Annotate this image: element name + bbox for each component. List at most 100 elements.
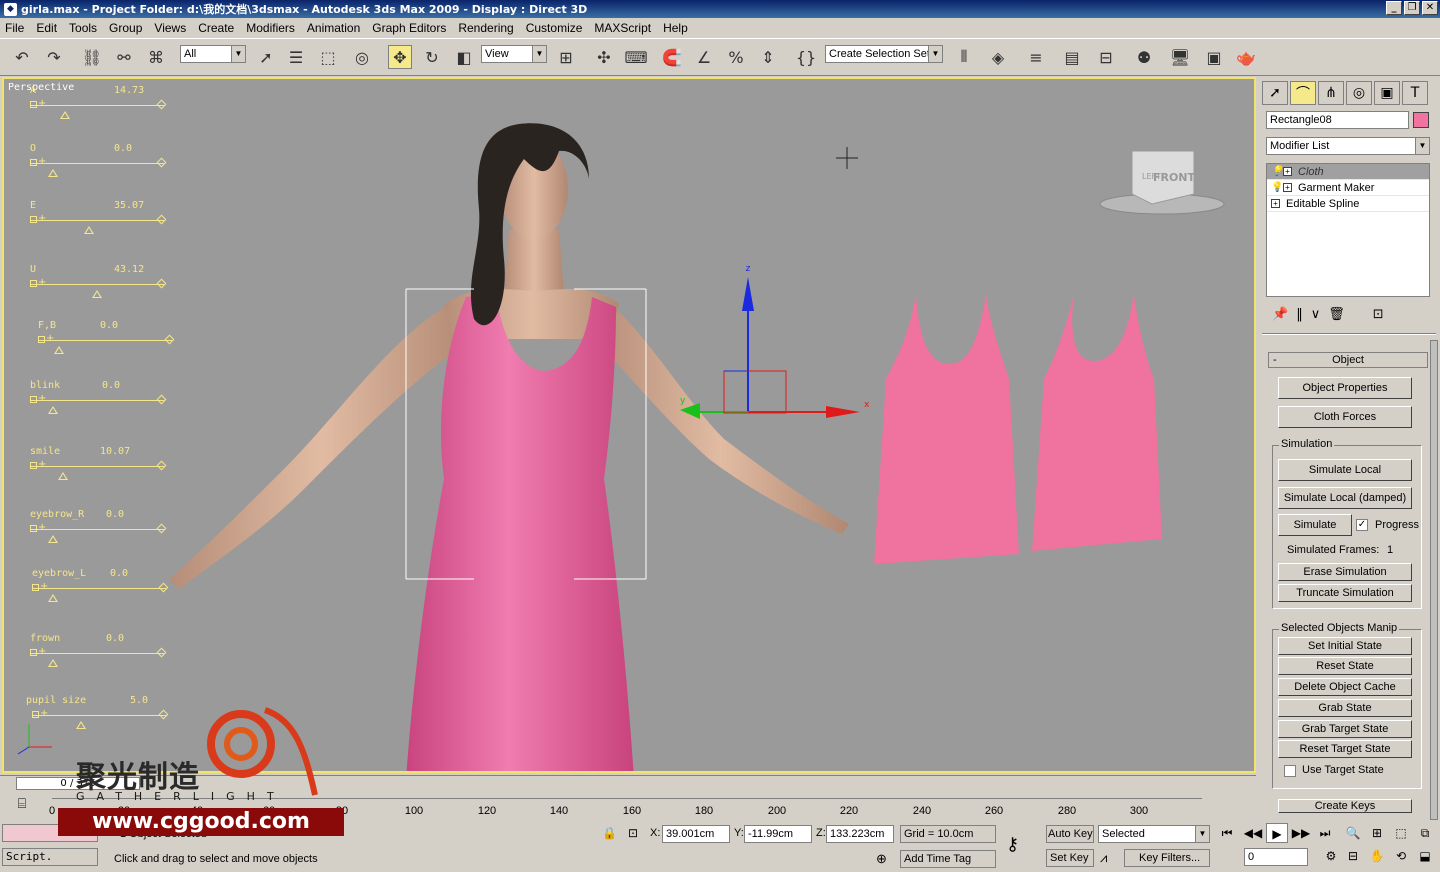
reference-coordinate-dropdown[interactable]: View ▼ — [481, 45, 547, 63]
simulate-local-damped-button[interactable]: Simulate Local (damped) — [1278, 487, 1412, 509]
z-coordinate-field[interactable]: 133.223cm — [826, 825, 894, 843]
slider-track[interactable] — [30, 653, 164, 654]
menu-rendering[interactable]: Rendering — [457, 21, 514, 35]
keyboard-shortcut-override-icon[interactable]: ⌨ — [624, 45, 648, 69]
render-setup-icon[interactable]: 🖥 — [1168, 45, 1192, 69]
slider-o[interactable]: O 0.0 + — [26, 143, 176, 193]
menu-modifiers[interactable]: Modifiers — [245, 21, 296, 35]
motion-tab-icon[interactable]: ◎ — [1346, 81, 1372, 105]
object-color-swatch[interactable] — [1413, 112, 1429, 128]
slider-key-icon[interactable] — [156, 278, 167, 289]
set-key-button[interactable]: Set Key — [1046, 849, 1094, 867]
make-unique-icon[interactable]: ∨ — [1311, 307, 1321, 322]
orbit-icon[interactable]: ⟲ — [1390, 846, 1412, 866]
edit-named-selection-icon[interactable]: {} — [794, 45, 818, 69]
menu-maxscript[interactable]: MAXScript — [593, 21, 652, 35]
angle-snap-icon[interactable]: ∠ — [692, 45, 716, 69]
erase-simulation-button[interactable]: Erase Simulation — [1278, 563, 1412, 581]
schematic-view-icon[interactable]: ⊟ — [1094, 45, 1118, 69]
named-selection-set-dropdown[interactable]: Create Selection Set ▼ — [825, 45, 943, 63]
plus-icon[interactable]: + — [40, 708, 48, 719]
curve-editor-icon[interactable]: ▤ — [1060, 45, 1084, 69]
slider-track[interactable] — [30, 529, 164, 530]
window-crossing-icon[interactable]: ◎ — [350, 45, 374, 69]
simulate-button[interactable]: Simulate — [1278, 514, 1352, 536]
slider-handle[interactable] — [60, 111, 70, 119]
slider-handle[interactable] — [48, 594, 58, 602]
create-tab-icon[interactable]: ➚ — [1262, 81, 1288, 105]
plus-icon[interactable]: + — [40, 581, 48, 592]
app-icon[interactable]: ◆ — [4, 2, 17, 16]
remove-modifier-icon[interactable]: 🗑 — [1328, 307, 1345, 322]
current-frame-field[interactable]: 0 — [1244, 848, 1308, 866]
material-editor-icon[interactable]: ⚉ — [1132, 45, 1156, 69]
utilities-tab-icon[interactable]: T — [1402, 81, 1428, 105]
pivot-center-icon[interactable]: ⊞ — [554, 45, 578, 69]
lock-selection-icon[interactable]: 🔒 — [602, 826, 617, 840]
plus-icon[interactable]: + — [46, 333, 54, 344]
stack-item-editable-spline[interactable]: + Editable Spline — [1267, 196, 1429, 212]
simulate-local-button[interactable]: Simulate Local — [1278, 459, 1412, 481]
slider-handle[interactable] — [48, 169, 58, 177]
slider-a[interactable]: A 14.73 + — [26, 85, 176, 135]
object-rollout-header[interactable]: - Object — [1268, 352, 1428, 368]
key-mode-dropdown[interactable]: Selected ▼ — [1098, 825, 1210, 843]
select-and-move-icon[interactable]: ✥ — [388, 45, 412, 69]
slider-key-icon[interactable] — [156, 647, 167, 658]
menu-help[interactable]: Help — [662, 21, 689, 35]
minimize-button[interactable]: _ — [1386, 1, 1402, 15]
menu-tools[interactable]: Tools — [68, 21, 98, 35]
zoom-extents-icon[interactable]: ⬚ — [1390, 823, 1412, 843]
progress-checkbox[interactable]: ✓ — [1356, 519, 1368, 531]
align-icon[interactable]: ◈ — [986, 45, 1010, 69]
plus-icon[interactable]: + — [38, 646, 46, 657]
key-filters-button[interactable]: Key Filters... — [1124, 849, 1210, 867]
stack-item-cloth[interactable]: 💡 + Cloth — [1267, 164, 1429, 180]
slider-frown[interactable]: frown 0.0 + — [26, 633, 176, 683]
slider-key-icon[interactable] — [156, 523, 167, 534]
slider-key-icon[interactable] — [158, 709, 169, 720]
time-tag-icon[interactable]: ⊕ — [876, 851, 887, 867]
track-view-toggle-icon[interactable]: ⌸ — [10, 796, 34, 816]
redo-icon[interactable]: ↷ — [42, 45, 66, 69]
slider-handle[interactable] — [48, 659, 58, 667]
grab-state-button[interactable]: Grab State — [1278, 699, 1412, 717]
go-to-start-icon[interactable]: ⏮ — [1216, 823, 1238, 843]
zoom-all-icon[interactable]: ⊞ — [1366, 823, 1388, 843]
cloth-forces-button[interactable]: Cloth Forces — [1278, 406, 1412, 428]
slider-handle[interactable] — [92, 290, 102, 298]
lightbulb-icon[interactable]: 💡 — [1271, 182, 1283, 193]
mirror-icon[interactable]: ⫴ — [952, 45, 976, 69]
y-coordinate-field[interactable]: -11.99cm — [744, 825, 812, 843]
expand-icon[interactable]: + — [1283, 167, 1292, 176]
menu-file[interactable]: File — [4, 21, 25, 35]
close-button[interactable]: ✕ — [1422, 1, 1438, 15]
absolute-mode-icon[interactable]: ⊡ — [628, 826, 638, 840]
auto-key-button[interactable]: Auto Key — [1046, 825, 1094, 843]
slider-track[interactable] — [30, 105, 164, 106]
key-icon[interactable]: ⚷ — [1006, 834, 1019, 855]
slider-track[interactable] — [30, 284, 164, 285]
lightbulb-icon[interactable]: 💡 — [1271, 166, 1283, 177]
layer-manager-icon[interactable]: ≡ — [1024, 45, 1048, 69]
slider-handle[interactable] — [48, 406, 58, 414]
bind-space-warp-icon[interactable]: ⌘ — [144, 45, 168, 69]
slider-key-icon[interactable] — [156, 460, 167, 471]
plus-icon[interactable]: + — [38, 393, 46, 404]
next-frame-icon[interactable]: ▶▶ — [1290, 823, 1312, 843]
select-and-manipulate-icon[interactable]: ✣ — [592, 45, 616, 69]
slider-eyebrow-l[interactable]: eyebrow_L 0.0 + — [28, 568, 178, 618]
reset-state-button[interactable]: Reset State — [1278, 657, 1412, 675]
show-end-result-icon[interactable]: ‖ — [1296, 307, 1303, 322]
rectangular-selection-icon[interactable]: ⬚ — [316, 45, 340, 69]
slider-key-icon[interactable] — [156, 394, 167, 405]
object-properties-button[interactable]: Object Properties — [1278, 377, 1412, 399]
pan-view-icon[interactable]: ✋ — [1366, 846, 1388, 866]
go-to-end-icon[interactable]: ⏭ — [1314, 823, 1336, 843]
add-time-tag-button[interactable]: Add Time Tag — [900, 850, 996, 868]
spinner-snap-icon[interactable]: ⇕ — [756, 45, 780, 69]
delete-object-cache-button[interactable]: Delete Object Cache — [1278, 678, 1412, 696]
slider-handle[interactable] — [76, 721, 86, 729]
x-coordinate-field[interactable]: 39.001cm — [662, 825, 730, 843]
slider-handle[interactable] — [54, 346, 64, 354]
